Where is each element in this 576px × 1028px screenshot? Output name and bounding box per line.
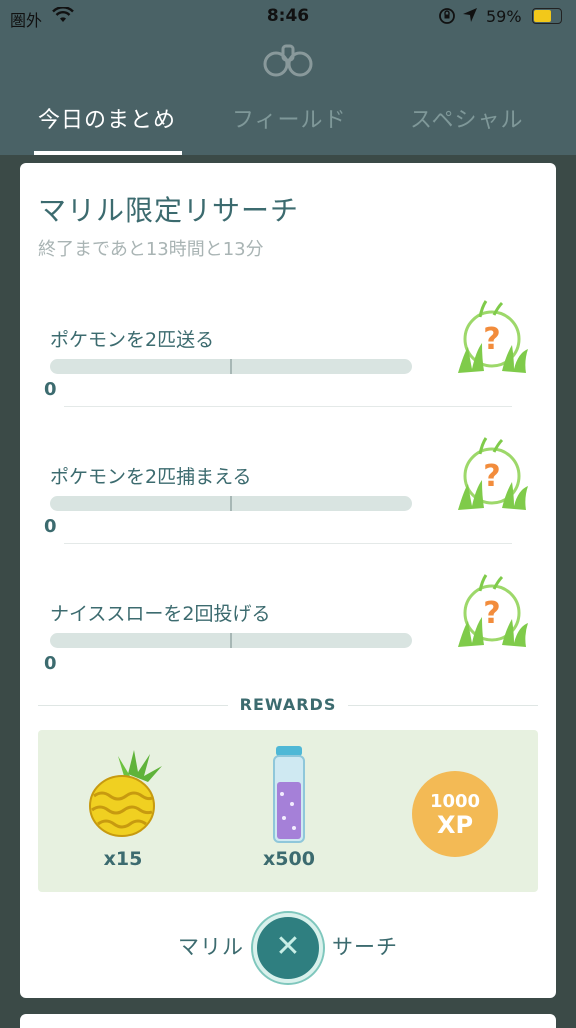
next-card-edge [20, 1014, 556, 1028]
task-count: 0 [44, 516, 57, 537]
question-mark: ? [483, 459, 500, 494]
question-mark: ? [483, 322, 500, 357]
pinap-berry-icon [89, 750, 162, 837]
top-header: 圏外 8:46 59% 今日のまとめ フィールド スペシャル [0, 0, 576, 155]
location-arrow-icon [463, 8, 477, 22]
question-mark: ? [483, 596, 500, 631]
xp-amount: 1000 [429, 791, 481, 812]
rewards-divider-right [348, 705, 538, 706]
research-title: マリル限定リサーチ [38, 194, 300, 227]
mystery-reward-icon: ? [458, 300, 528, 373]
rewards-heading: REWARDS [20, 693, 556, 719]
battery-fill [534, 10, 551, 22]
research-card: マリル限定リサーチ 終了まであと13時間と13分 ポケモンを2匹送る 0 ? ポ… [20, 163, 556, 998]
xp-badge: 1000 XP [412, 771, 498, 857]
task-count: 0 [44, 379, 57, 400]
reward-item-stardust: x500 [214, 730, 364, 892]
task-label: ポケモンを2匹送る [50, 329, 215, 351]
close-button[interactable]: ✕ [253, 913, 323, 983]
stardust-icon [273, 746, 305, 843]
reward-item-berry: x15 [48, 730, 198, 892]
time-remaining: 終了まであと13時間と13分 [38, 239, 264, 260]
progress-midpoint [230, 359, 232, 374]
task-count: 0 [44, 653, 57, 674]
task-label: ナイススローを2回投げる [50, 603, 271, 625]
orientation-lock-icon [439, 8, 455, 24]
task-divider [64, 406, 512, 407]
tab-field[interactable]: フィールド [232, 102, 347, 134]
reward-quantity: x500 [263, 848, 315, 870]
binoculars-icon [263, 44, 313, 77]
active-tab-indicator [34, 151, 182, 155]
tab-bar: 今日のまとめ フィールド スペシャル [0, 92, 576, 155]
tab-today-summary[interactable]: 今日のまとめ [38, 102, 176, 134]
xp-unit: XP [436, 811, 474, 839]
status-bar: 圏外 8:46 59% [0, 0, 576, 34]
battery-icon [532, 8, 562, 24]
mystery-reward-icon: ? [458, 437, 528, 510]
close-icon: ✕ [275, 929, 301, 964]
task-divider [64, 543, 512, 544]
battery-percentage: 59% [486, 7, 522, 26]
task-progress-bar [50, 496, 412, 511]
progress-midpoint [230, 633, 232, 648]
task-label: ポケモンを2匹捕まえる [50, 466, 252, 488]
tab-special[interactable]: スペシャル [410, 102, 523, 134]
task-progress-bar [50, 633, 412, 648]
progress-midpoint [230, 496, 232, 511]
task-progress-bar [50, 359, 412, 374]
rewards-panel: x15 x500 1000 XP [38, 730, 538, 892]
mystery-reward-icon: ? [458, 574, 528, 647]
reward-quantity: x15 [103, 848, 143, 870]
